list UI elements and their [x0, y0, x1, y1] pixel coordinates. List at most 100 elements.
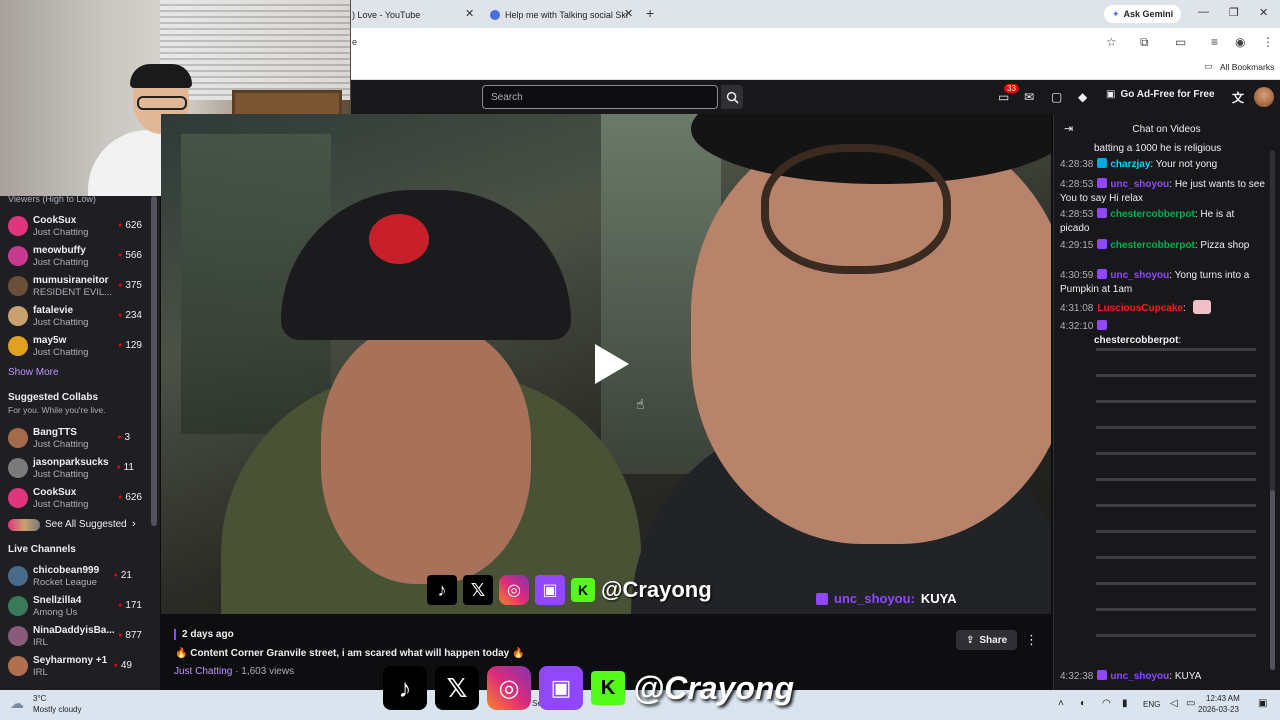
badge-icon: [1097, 670, 1108, 680]
wifi-icon[interactable]: ◠: [1102, 698, 1111, 709]
all-bookmarks-link[interactable]: All Bookmarks: [1220, 62, 1274, 72]
search-icon: [726, 91, 739, 104]
go-ad-free-button[interactable]: ▣ Go Ad-Free for Free: [1106, 89, 1215, 100]
viewer-count: 234: [118, 310, 142, 321]
new-tab-button[interactable]: +: [646, 5, 654, 21]
chat-username[interactable]: unc_shoyou: [1110, 270, 1169, 281]
star-icon[interactable]: ☆: [1106, 35, 1117, 49]
sidebar-channel-bangtts[interactable]: BangTTS Just Chatting 3: [0, 424, 150, 454]
sidebar-channel-cooksux[interactable]: CookSux Just Chatting 626: [0, 212, 150, 242]
sidebar-channel-ninadaddy[interactable]: NinaDaddyisBa... IRL 877: [0, 622, 150, 652]
sidebar-channel-jasonparksucks[interactable]: jasonparksucks Just Chatting 11: [0, 454, 150, 484]
twitch-icon: ▣: [535, 575, 565, 605]
clock-time[interactable]: 12:43 AM: [1206, 694, 1240, 703]
close-tab-icon[interactable]: ✕: [465, 7, 474, 20]
reading-list-icon[interactable]: ≡: [1211, 35, 1218, 49]
sub-badge-icon: [816, 592, 828, 605]
close-window-icon[interactable]: ✕: [1259, 6, 1268, 19]
chat-message: 4:28:53 chestercobberpot: He is at picado: [1060, 208, 1265, 236]
share-button[interactable]: ⇪ Share: [956, 630, 1018, 650]
whispers-icon[interactable]: ▢: [1051, 90, 1062, 104]
network-icon[interactable]: ◐: [1080, 698, 1086, 709]
video-category-link[interactable]: Just Chatting: [174, 666, 232, 677]
overlay-username: unc_shoyou:: [834, 591, 915, 606]
channel-name: meowbuffy: [33, 245, 86, 256]
ask-gemini-button[interactable]: ✦ Ask Gemini: [1104, 5, 1182, 23]
play-icon[interactable]: [591, 342, 631, 386]
sidebar-channel-may5w[interactable]: may5w Just Chatting 129: [0, 332, 150, 362]
tab-help-social-skills[interactable]: Help me with Talking social Ski: [490, 4, 628, 26]
show-more-link[interactable]: Show More: [8, 367, 59, 378]
chevron-up-icon[interactable]: ˄: [1058, 698, 1064, 709]
sidebar-channel-chicobean999[interactable]: chicobean999 Rocket League 21: [0, 562, 150, 592]
chat-message: 4:28:53 unc_shoyou: He just wants to see …: [1060, 178, 1265, 206]
twitch-icon: ▣: [539, 666, 583, 710]
user-avatar[interactable]: [1254, 87, 1274, 107]
sidebar-channel-cooksux-suggested[interactable]: CookSux Just Chatting 626: [0, 484, 150, 514]
video-person-left-face: [321, 324, 531, 584]
video-title: 🔥 Content Corner Granvile street, i am s…: [175, 648, 525, 659]
notifications-icon[interactable]: ▣: [1258, 698, 1267, 709]
weather-icon[interactable]: ☁: [10, 695, 24, 712]
avatar-stack: [8, 519, 40, 531]
battery-icon[interactable]: ▭: [1186, 698, 1195, 709]
clock-date[interactable]: 2026-03-23: [1198, 705, 1239, 714]
sidebar-channel-seyharmony[interactable]: Seyharmony +1 IRL 49: [0, 652, 150, 682]
language-indicator[interactable]: ENG: [1143, 700, 1160, 709]
menu-dots-icon[interactable]: ⋮: [1262, 35, 1274, 49]
streamer-handle: @Crayong: [601, 577, 712, 602]
chat-message: 4:28:38 charzjay: Your not yong: [1060, 158, 1265, 172]
mail-icon[interactable]: ✉: [1024, 90, 1034, 104]
search-input[interactable]: Search: [482, 85, 718, 109]
chat-text: :: [1182, 303, 1186, 314]
sidebar-channel-mumusiraneitor[interactable]: mumusiraneitor RESIDENT EVIL... 375: [0, 272, 150, 302]
chat-timestamp: 4:29:15: [1060, 240, 1094, 251]
sidebar-channel-fatalevie[interactable]: fatalevie Just Chatting 234: [0, 302, 150, 332]
sidebar-channel-meowbuffy[interactable]: meowbuffy Just Chatting 566: [0, 242, 150, 272]
channel-category: Just Chatting: [33, 347, 89, 358]
chat-scrollbar-thumb[interactable]: [1270, 490, 1275, 670]
search-button[interactable]: [721, 85, 743, 109]
chat-username[interactable]: unc_shoyou: [1110, 671, 1169, 682]
address-bar[interactable]: e: [352, 37, 357, 47]
restore-icon[interactable]: ❐: [1229, 6, 1239, 19]
badge-icon: [1097, 239, 1108, 249]
translate-icon[interactable]: 文: [1232, 89, 1244, 106]
viewer-count: 49: [114, 660, 132, 671]
sidebar-channel-snellzilla4[interactable]: Snellzilla4 Among Us 171: [0, 592, 150, 622]
more-options-icon[interactable]: ⋮: [1025, 632, 1038, 648]
chat-username[interactable]: LusciousCupcake: [1097, 303, 1183, 314]
chat-username[interactable]: chestercobberpot: [1110, 209, 1194, 220]
channel-category: Just Chatting: [33, 499, 89, 510]
profile-icon[interactable]: ◉: [1235, 35, 1245, 49]
bits-icon[interactable]: ◆: [1078, 90, 1087, 104]
avatar: [8, 596, 28, 616]
close-tab-icon[interactable]: ✕: [624, 7, 633, 20]
chat-username[interactable]: chestercobberpot: [1110, 240, 1194, 251]
avatar: [8, 488, 28, 508]
tab-title: ) Love - YouTube: [352, 10, 421, 20]
weather-description: Mostly cloudy: [33, 705, 82, 714]
channel-category: Just Chatting: [33, 257, 89, 268]
channel-name: CookSux: [33, 487, 77, 498]
minimize-icon[interactable]: —: [1198, 6, 1209, 18]
channel-name: CookSux: [33, 215, 77, 226]
chat-username[interactable]: charzjay: [1110, 159, 1150, 170]
sidebar-scrollbar[interactable]: [151, 196, 157, 526]
viewer-count: 626: [118, 220, 142, 231]
chevron-right-icon: ›: [132, 518, 136, 530]
emote-icon: [1192, 300, 1211, 314]
cast-icon[interactable]: ▭: [1175, 35, 1186, 49]
extensions-icon[interactable]: ⧉: [1140, 35, 1149, 50]
chat-username[interactable]: unc_shoyou: [1110, 179, 1169, 190]
viewer-count: 566: [118, 250, 142, 261]
streamer-glasses: [137, 96, 187, 110]
viewer-count: 171: [118, 600, 142, 611]
tab-youtube[interactable]: ) Love - YouTube: [352, 4, 420, 26]
badge-icon: [1097, 158, 1108, 168]
speaker-icon[interactable]: ◁: [1170, 698, 1178, 709]
microphone-icon[interactable]: ▮: [1122, 698, 1128, 709]
avatar: [8, 276, 28, 296]
video-glasses: [761, 144, 951, 274]
see-all-suggested-link[interactable]: See All Suggested ›: [0, 517, 150, 533]
